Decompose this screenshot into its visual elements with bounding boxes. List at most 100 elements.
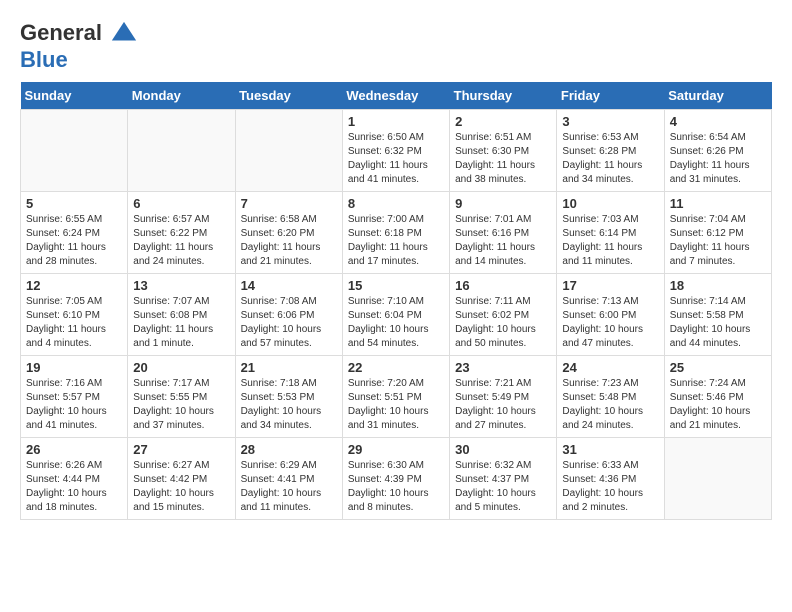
day-number: 15 xyxy=(348,278,444,293)
day-number: 12 xyxy=(26,278,122,293)
weekday-header-saturday: Saturday xyxy=(664,82,771,110)
day-number: 2 xyxy=(455,114,551,129)
day-info: Sunrise: 6:30 AM Sunset: 4:39 PM Dayligh… xyxy=(348,459,444,515)
day-info: Sunrise: 7:05 AM Sunset: 6:10 PM Dayligh… xyxy=(26,295,122,351)
calendar-cell: 23 Sunrise: 7:21 AM Sunset: 5:49 PM Dayli… xyxy=(450,356,557,438)
day-info: Sunrise: 6:57 AM Sunset: 6:22 PM Dayligh… xyxy=(133,213,229,269)
weekday-header-wednesday: Wednesday xyxy=(342,82,449,110)
day-info: Sunrise: 7:04 AM Sunset: 6:12 PM Dayligh… xyxy=(670,213,766,269)
day-number: 4 xyxy=(670,114,766,129)
day-number: 22 xyxy=(348,360,444,375)
day-number: 17 xyxy=(562,278,658,293)
day-info: Sunrise: 7:17 AM Sunset: 5:55 PM Dayligh… xyxy=(133,377,229,433)
logo-blue: Blue xyxy=(20,48,138,72)
day-number: 16 xyxy=(455,278,551,293)
day-info: Sunrise: 7:14 AM Sunset: 5:58 PM Dayligh… xyxy=(670,295,766,351)
day-info: Sunrise: 6:55 AM Sunset: 6:24 PM Dayligh… xyxy=(26,213,122,269)
page-header: General Blue xyxy=(20,20,772,72)
day-number: 27 xyxy=(133,442,229,457)
calendar-cell: 16 Sunrise: 7:11 AM Sunset: 6:02 PM Dayli… xyxy=(450,274,557,356)
logo-icon xyxy=(110,20,138,48)
week-row-3: 12 Sunrise: 7:05 AM Sunset: 6:10 PM Dayli… xyxy=(21,274,772,356)
day-info: Sunrise: 7:10 AM Sunset: 6:04 PM Dayligh… xyxy=(348,295,444,351)
calendar-cell: 20 Sunrise: 7:17 AM Sunset: 5:55 PM Dayli… xyxy=(128,356,235,438)
day-info: Sunrise: 7:16 AM Sunset: 5:57 PM Dayligh… xyxy=(26,377,122,433)
calendar-cell: 19Sunrise: 7:16 AM Sunset: 5:57 PM Dayli… xyxy=(21,356,128,438)
calendar-cell: 28 Sunrise: 6:29 AM Sunset: 4:41 PM Dayli… xyxy=(235,438,342,520)
calendar-cell: 8 Sunrise: 7:00 AM Sunset: 6:18 PM Daylig… xyxy=(342,192,449,274)
day-info: Sunrise: 6:53 AM Sunset: 6:28 PM Dayligh… xyxy=(562,131,658,187)
day-info: Sunrise: 7:03 AM Sunset: 6:14 PM Dayligh… xyxy=(562,213,658,269)
day-number: 18 xyxy=(670,278,766,293)
calendar-cell: 25 Sunrise: 7:24 AM Sunset: 5:46 PM Dayli… xyxy=(664,356,771,438)
calendar-table: SundayMondayTuesdayWednesdayThursdayFrid… xyxy=(20,82,772,520)
day-info: Sunrise: 6:51 AM Sunset: 6:30 PM Dayligh… xyxy=(455,131,551,187)
day-number: 20 xyxy=(133,360,229,375)
calendar-cell: 21 Sunrise: 7:18 AM Sunset: 5:53 PM Dayli… xyxy=(235,356,342,438)
day-number: 25 xyxy=(670,360,766,375)
day-info: Sunrise: 7:13 AM Sunset: 6:00 PM Dayligh… xyxy=(562,295,658,351)
weekday-header-friday: Friday xyxy=(557,82,664,110)
calendar-cell: 2 Sunrise: 6:51 AM Sunset: 6:30 PM Daylig… xyxy=(450,110,557,192)
week-row-2: 5 Sunrise: 6:55 AM Sunset: 6:24 PM Daylig… xyxy=(21,192,772,274)
day-info: Sunrise: 7:11 AM Sunset: 6:02 PM Dayligh… xyxy=(455,295,551,351)
day-info: Sunrise: 7:00 AM Sunset: 6:18 PM Dayligh… xyxy=(348,213,444,269)
day-number: 3 xyxy=(562,114,658,129)
calendar-cell: 5 Sunrise: 6:55 AM Sunset: 6:24 PM Daylig… xyxy=(21,192,128,274)
day-number: 31 xyxy=(562,442,658,457)
day-info: Sunrise: 7:21 AM Sunset: 5:49 PM Dayligh… xyxy=(455,377,551,433)
day-info: Sunrise: 7:23 AM Sunset: 5:48 PM Dayligh… xyxy=(562,377,658,433)
day-info: Sunrise: 6:58 AM Sunset: 6:20 PM Dayligh… xyxy=(241,213,337,269)
day-number: 6 xyxy=(133,196,229,211)
calendar-cell: 10Sunrise: 7:03 AM Sunset: 6:14 PM Dayli… xyxy=(557,192,664,274)
calendar-cell: 30Sunrise: 6:32 AM Sunset: 4:37 PM Dayli… xyxy=(450,438,557,520)
day-info: Sunrise: 6:32 AM Sunset: 4:37 PM Dayligh… xyxy=(455,459,551,515)
day-info: Sunrise: 7:08 AM Sunset: 6:06 PM Dayligh… xyxy=(241,295,337,351)
day-info: Sunrise: 7:01 AM Sunset: 6:16 PM Dayligh… xyxy=(455,213,551,269)
calendar-cell xyxy=(664,438,771,520)
calendar-cell: 7 Sunrise: 6:58 AM Sunset: 6:20 PM Daylig… xyxy=(235,192,342,274)
day-number: 29 xyxy=(348,442,444,457)
calendar-cell: 18 Sunrise: 7:14 AM Sunset: 5:58 PM Dayli… xyxy=(664,274,771,356)
day-info: Sunrise: 6:26 AM Sunset: 4:44 PM Dayligh… xyxy=(26,459,122,515)
calendar-cell xyxy=(235,110,342,192)
calendar-cell: 27 Sunrise: 6:27 AM Sunset: 4:42 PM Dayli… xyxy=(128,438,235,520)
calendar-cell: 12 Sunrise: 7:05 AM Sunset: 6:10 PM Dayli… xyxy=(21,274,128,356)
day-info: Sunrise: 7:24 AM Sunset: 5:46 PM Dayligh… xyxy=(670,377,766,433)
day-number: 13 xyxy=(133,278,229,293)
day-number: 8 xyxy=(348,196,444,211)
calendar-cell: 11Sunrise: 7:04 AM Sunset: 6:12 PM Dayli… xyxy=(664,192,771,274)
week-row-5: 26 Sunrise: 6:26 AM Sunset: 4:44 PM Dayli… xyxy=(21,438,772,520)
day-number: 9 xyxy=(455,196,551,211)
day-number: 28 xyxy=(241,442,337,457)
day-info: Sunrise: 7:20 AM Sunset: 5:51 PM Dayligh… xyxy=(348,377,444,433)
day-info: Sunrise: 7:07 AM Sunset: 6:08 PM Dayligh… xyxy=(133,295,229,351)
day-info: Sunrise: 6:29 AM Sunset: 4:41 PM Dayligh… xyxy=(241,459,337,515)
weekday-header-monday: Monday xyxy=(128,82,235,110)
day-info: Sunrise: 6:27 AM Sunset: 4:42 PM Dayligh… xyxy=(133,459,229,515)
calendar-cell: 31 Sunrise: 6:33 AM Sunset: 4:36 PM Dayli… xyxy=(557,438,664,520)
calendar-cell: 13 Sunrise: 7:07 AM Sunset: 6:08 PM Dayli… xyxy=(128,274,235,356)
day-number: 5 xyxy=(26,196,122,211)
logo-general: General xyxy=(20,20,102,45)
day-info: Sunrise: 6:33 AM Sunset: 4:36 PM Dayligh… xyxy=(562,459,658,515)
day-info: Sunrise: 7:18 AM Sunset: 5:53 PM Dayligh… xyxy=(241,377,337,433)
calendar-cell: 4 Sunrise: 6:54 AM Sunset: 6:26 PM Daylig… xyxy=(664,110,771,192)
logo: General Blue xyxy=(20,20,138,72)
day-number: 21 xyxy=(241,360,337,375)
day-number: 7 xyxy=(241,196,337,211)
calendar-cell: 15 Sunrise: 7:10 AM Sunset: 6:04 PM Dayli… xyxy=(342,274,449,356)
day-number: 14 xyxy=(241,278,337,293)
day-info: Sunrise: 6:50 AM Sunset: 6:32 PM Dayligh… xyxy=(348,131,444,187)
day-number: 26 xyxy=(26,442,122,457)
day-info: Sunrise: 6:54 AM Sunset: 6:26 PM Dayligh… xyxy=(670,131,766,187)
calendar-cell: 24Sunrise: 7:23 AM Sunset: 5:48 PM Dayli… xyxy=(557,356,664,438)
weekday-header-tuesday: Tuesday xyxy=(235,82,342,110)
calendar-cell xyxy=(21,110,128,192)
calendar-cell: 17 Sunrise: 7:13 AM Sunset: 6:00 PM Dayli… xyxy=(557,274,664,356)
day-number: 1 xyxy=(348,114,444,129)
calendar-cell: 3 Sunrise: 6:53 AM Sunset: 6:28 PM Daylig… xyxy=(557,110,664,192)
day-number: 23 xyxy=(455,360,551,375)
weekday-header-sunday: Sunday xyxy=(21,82,128,110)
calendar-cell: 29 Sunrise: 6:30 AM Sunset: 4:39 PM Dayli… xyxy=(342,438,449,520)
